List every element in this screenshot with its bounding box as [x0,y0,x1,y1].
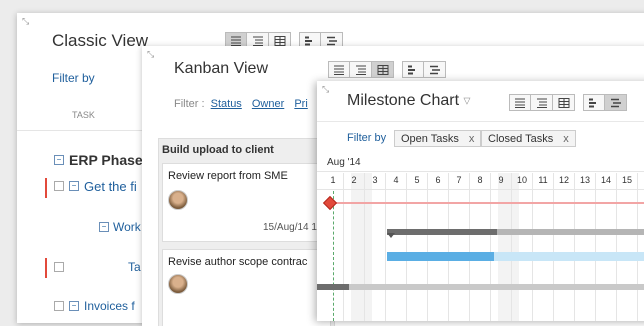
day-label: 3 [372,175,378,185]
collapse-phase-icon[interactable]: − [54,155,64,165]
kanban-view-switcher [328,61,446,78]
milestone-chart-panel: ⤡ Milestone Chart ▽ Filter by Open Tasks… [317,81,644,321]
filter-priority[interactable]: Pri [294,98,307,110]
day-label: 1 [330,175,336,185]
gantt-view-icon [305,36,312,45]
gridline [343,173,344,321]
priority-marker [45,258,47,278]
classic-view-title: Classic View [52,31,149,50]
kanban-view-button[interactable] [372,61,394,78]
gridline [469,173,470,321]
milestone-diamond-icon[interactable] [322,195,338,211]
weekend-column [351,173,372,321]
resize-icon[interactable]: ⤡ [22,17,31,26]
day-label: 4 [393,175,399,185]
card-title: Review report from SME [168,170,288,182]
day-label: 12 [558,175,569,185]
milestone-view-icon [326,36,337,45]
day-label: 2 [351,175,357,185]
task-row-4[interactable]: Invoices f [84,299,135,313]
classic-filter-by[interactable]: Filter by [52,71,95,85]
task-checkbox[interactable] [54,301,64,311]
task-column-header: TASK [72,110,95,120]
gridline [448,173,449,321]
day-label: 10 [516,175,527,185]
day-label: 15 [621,175,632,185]
collapse-invoice-icon[interactable]: − [69,301,79,311]
resize-icon[interactable]: ⤡ [147,50,156,59]
card-date: 15/Aug/14 16 [263,222,323,233]
today-line [333,191,334,321]
day-label: 6 [435,175,441,185]
priority-marker [45,178,47,198]
day-label: 5 [414,175,420,185]
gridline [595,173,596,321]
task-bar[interactable] [317,284,349,290]
kanban-column: Build upload to client Review report fro… [158,138,335,326]
task-bar-remaining [494,252,644,261]
filter-status[interactable]: Status [211,98,242,110]
task-bar-extension [349,284,644,290]
task-bar-extension [497,229,644,235]
task-bar[interactable] [387,229,497,235]
day-label: 9 [498,175,504,185]
outline-view-button[interactable] [350,61,372,78]
task-row-2[interactable]: Work [113,220,141,234]
milestone-view-icon [429,65,440,74]
card-title: Revise author scope contrac [168,256,308,268]
avatar [168,274,188,294]
collapse-task-icon[interactable]: − [69,181,79,191]
task-row-3[interactable]: Ta [128,260,141,274]
list-view-icon [334,65,344,75]
kanban-filter-label: Filter : [174,98,205,110]
filter-owner[interactable]: Owner [252,98,284,110]
outline-view-icon [252,36,263,46]
milestone-view-button[interactable] [424,61,446,78]
avatar [168,190,188,210]
list-view-icon [231,36,241,46]
gridline [385,173,386,321]
collapse-work-icon[interactable]: − [99,222,109,232]
kanban-view-title: Kanban View [174,60,268,77]
day-label: 11 [538,175,548,185]
task-checkbox[interactable] [54,181,64,191]
gridline [364,173,365,321]
weekend-column [498,173,519,321]
timeline-grid: 1 2 3 4 5 6 7 8 9 10 11 12 13 14 15 [317,81,644,321]
task-row-1[interactable]: Get the fi [84,179,137,194]
gridline [406,173,407,321]
gridline [553,173,554,321]
gridline [427,173,428,321]
day-label: 13 [579,175,590,185]
outline-view-icon [355,65,366,75]
task-bar[interactable] [387,252,494,261]
gridline [637,173,638,321]
list-view-button[interactable] [328,61,350,78]
gridline [511,173,512,321]
day-label: 7 [456,175,462,185]
gridline [574,173,575,321]
gridline [532,173,533,321]
bar-start-marker [387,233,395,238]
gantt-view-icon [408,65,415,74]
gantt-view-button[interactable] [402,61,424,78]
kanban-view-icon [274,35,285,46]
phase-title: ERP Phase [69,152,143,168]
kanban-card[interactable]: Review report from SME 15/Aug/14 16 [162,163,331,242]
day-label: 14 [600,175,611,185]
milestone-line [329,202,644,204]
gridline [616,173,617,321]
kanban-filter-bar: Filter : Status Owner Pri [174,98,308,110]
gridline [490,173,491,321]
kanban-column-title: Build upload to client [162,144,274,156]
kanban-card[interactable]: Revise author scope contrac [162,249,331,326]
day-label: 8 [477,175,483,185]
task-checkbox[interactable] [54,262,64,272]
kanban-view-icon [377,64,388,75]
day-header-top [317,171,644,172]
